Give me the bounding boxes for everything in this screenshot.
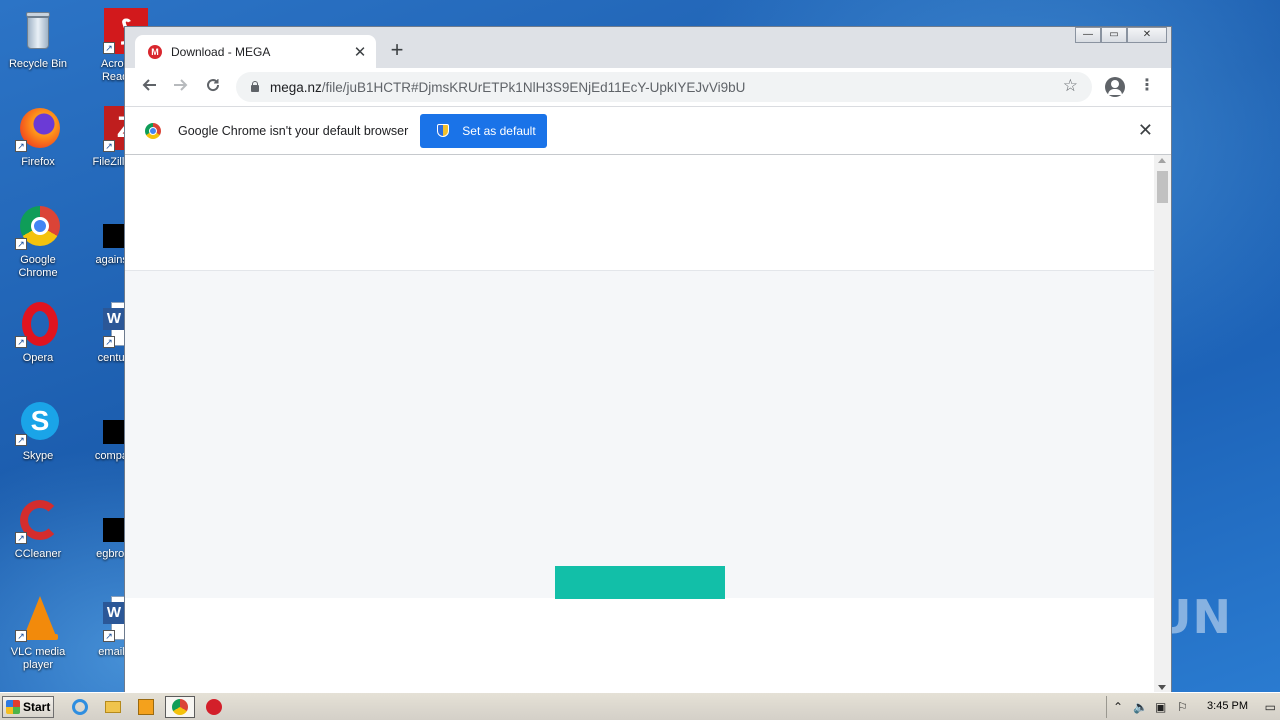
action-center-flag-icon[interactable]: ⚐ xyxy=(1177,700,1188,714)
taskbar-explorer-icon[interactable] xyxy=(103,697,123,717)
default-browser-infobar: Google Chrome isn't your default browser… xyxy=(125,106,1171,155)
title-bar: M Download - MEGA ✕ + — ▭ ✕ xyxy=(125,27,1171,68)
scroll-up-arrow-icon[interactable] xyxy=(1158,158,1166,163)
network-icon[interactable]: ▣ xyxy=(1155,700,1166,714)
shortcut-arrow-icon: ↗ xyxy=(15,238,27,250)
desktop-icon-label: Firefox xyxy=(21,156,55,168)
desktop-icon-label: Skype xyxy=(22,450,54,462)
opera-icon: ↗ xyxy=(15,302,61,348)
shortcut-arrow-icon: ↗ xyxy=(15,336,27,348)
vlc-icon: ↗ xyxy=(15,596,61,642)
clock[interactable]: 3:45 PM xyxy=(1207,700,1248,712)
scrollbar-thumb[interactable] xyxy=(1157,171,1168,203)
shortcut-arrow-icon: ↗ xyxy=(15,630,27,642)
page-content xyxy=(125,155,1154,692)
desktop-icon-label: CCleaner xyxy=(14,548,62,560)
desktop-icon-label: VLC media player xyxy=(10,646,66,671)
mega-favicon-icon: M xyxy=(148,44,162,59)
taskbar-ie-icon[interactable] xyxy=(70,697,90,717)
back-button[interactable] xyxy=(133,77,165,98)
infobar-close-icon[interactable]: ✕ xyxy=(1138,120,1153,141)
uac-shield-icon xyxy=(437,124,450,137)
shortcut-arrow-icon: ↗ xyxy=(103,42,115,54)
desktop-icon-skype[interactable]: S ↗ Skype xyxy=(0,400,76,463)
kebab-menu-icon[interactable]: ⋮ xyxy=(1139,76,1155,96)
restore-button[interactable]: ▭ xyxy=(1101,27,1127,43)
taskbar-chrome-icon[interactable] xyxy=(165,696,195,718)
chrome-icon: ↗ xyxy=(15,204,61,250)
url-host: mega.nz xyxy=(270,79,322,95)
taskbar-media-player-icon[interactable] xyxy=(136,697,156,717)
forward-arrow-icon xyxy=(174,78,188,91)
system-tray: ⌃ 🔈 ▣ ⚐ 3:45 PM ▭ xyxy=(1106,696,1280,718)
shortcut-arrow-icon: ↗ xyxy=(15,140,27,152)
new-tab-button[interactable]: + xyxy=(387,38,407,62)
set-as-default-label: Set as default xyxy=(462,123,536,138)
volume-icon[interactable]: 🔈 xyxy=(1133,700,1148,714)
url-path: /file/juB1HCTR#DjmsKRUrETPk1NlH3S9ENjEd1… xyxy=(321,79,746,95)
tab-download-mega[interactable]: M Download - MEGA ✕ xyxy=(135,35,376,68)
profile-avatar-icon[interactable] xyxy=(1105,77,1125,97)
start-button[interactable]: Start xyxy=(2,696,54,718)
browser-toolbar: mega.nz/file/juB1HCTR#DjmsKRUrETPk1NlH3S… xyxy=(125,68,1171,106)
desktop-icon-label: Google Chrome xyxy=(18,254,58,279)
reload-button[interactable] xyxy=(197,77,229,98)
shortcut-arrow-icon: ↗ xyxy=(103,336,115,348)
vertical-scrollbar[interactable] xyxy=(1154,155,1171,692)
tab-close-button[interactable]: ✕ xyxy=(350,43,370,61)
start-label: Start xyxy=(23,700,51,714)
desktop-icon-firefox[interactable]: ↗ Firefox xyxy=(0,106,76,169)
windows-flag-icon xyxy=(6,700,20,714)
close-button[interactable]: ✕ xyxy=(1127,27,1167,43)
firefox-icon: ↗ xyxy=(15,106,61,152)
taskbar: Start ⌃ 🔈 ▣ ⚐ 3:45 PM ▭ xyxy=(0,692,1280,720)
infobar-message: Google Chrome isn't your default browser xyxy=(178,123,409,138)
page-header-area xyxy=(125,155,1154,271)
lock-icon[interactable] xyxy=(250,81,260,92)
show-desktop-icon[interactable]: ▭ xyxy=(1265,700,1276,714)
tab-title: Download - MEGA xyxy=(171,44,271,59)
desktop-icon-label: Opera xyxy=(22,352,54,364)
recycle-bin-icon xyxy=(15,8,61,54)
tray-expand-icon[interactable]: ⌃ xyxy=(1113,700,1123,714)
desktop-icon-recycle-bin[interactable]: Recycle Bin xyxy=(0,8,76,71)
taskbar-opera-icon[interactable] xyxy=(204,697,224,717)
ccleaner-icon: ↗ xyxy=(15,498,61,544)
shortcut-arrow-icon: ↗ xyxy=(103,630,115,642)
desktop-icon-chrome[interactable]: ↗ Google Chrome xyxy=(0,204,76,280)
shortcut-arrow-icon: ↗ xyxy=(103,140,115,152)
back-arrow-icon xyxy=(142,78,156,91)
desktop-icon-ccleaner[interactable]: ↗ CCleaner xyxy=(0,498,76,561)
desktop-icon-label: Recycle Bin xyxy=(8,58,68,70)
skype-icon: S ↗ xyxy=(15,400,61,446)
chrome-logo-icon xyxy=(145,122,161,139)
reload-icon xyxy=(207,78,220,91)
download-button[interactable] xyxy=(555,566,725,599)
page-body-area xyxy=(125,271,1154,598)
set-as-default-button[interactable]: Set as default xyxy=(420,113,548,148)
desktop-icon-opera[interactable]: ↗ Opera xyxy=(0,302,76,365)
bookmark-star-icon[interactable]: ☆ xyxy=(1063,76,1078,96)
desktop-icon-vlc[interactable]: ↗ VLC media player xyxy=(0,596,76,672)
scroll-down-arrow-icon[interactable] xyxy=(1158,685,1166,690)
chrome-window: M Download - MEGA ✕ + — ▭ ✕ mega.nz/file… xyxy=(124,26,1172,692)
shortcut-arrow-icon: ↗ xyxy=(15,434,27,446)
address-bar[interactable]: mega.nz/file/juB1HCTR#DjmsKRUrETPk1NlH3S… xyxy=(236,72,1092,102)
shortcut-arrow-icon: ↗ xyxy=(15,532,27,544)
minimize-button[interactable]: — xyxy=(1075,27,1101,43)
forward-button[interactable] xyxy=(165,77,197,98)
